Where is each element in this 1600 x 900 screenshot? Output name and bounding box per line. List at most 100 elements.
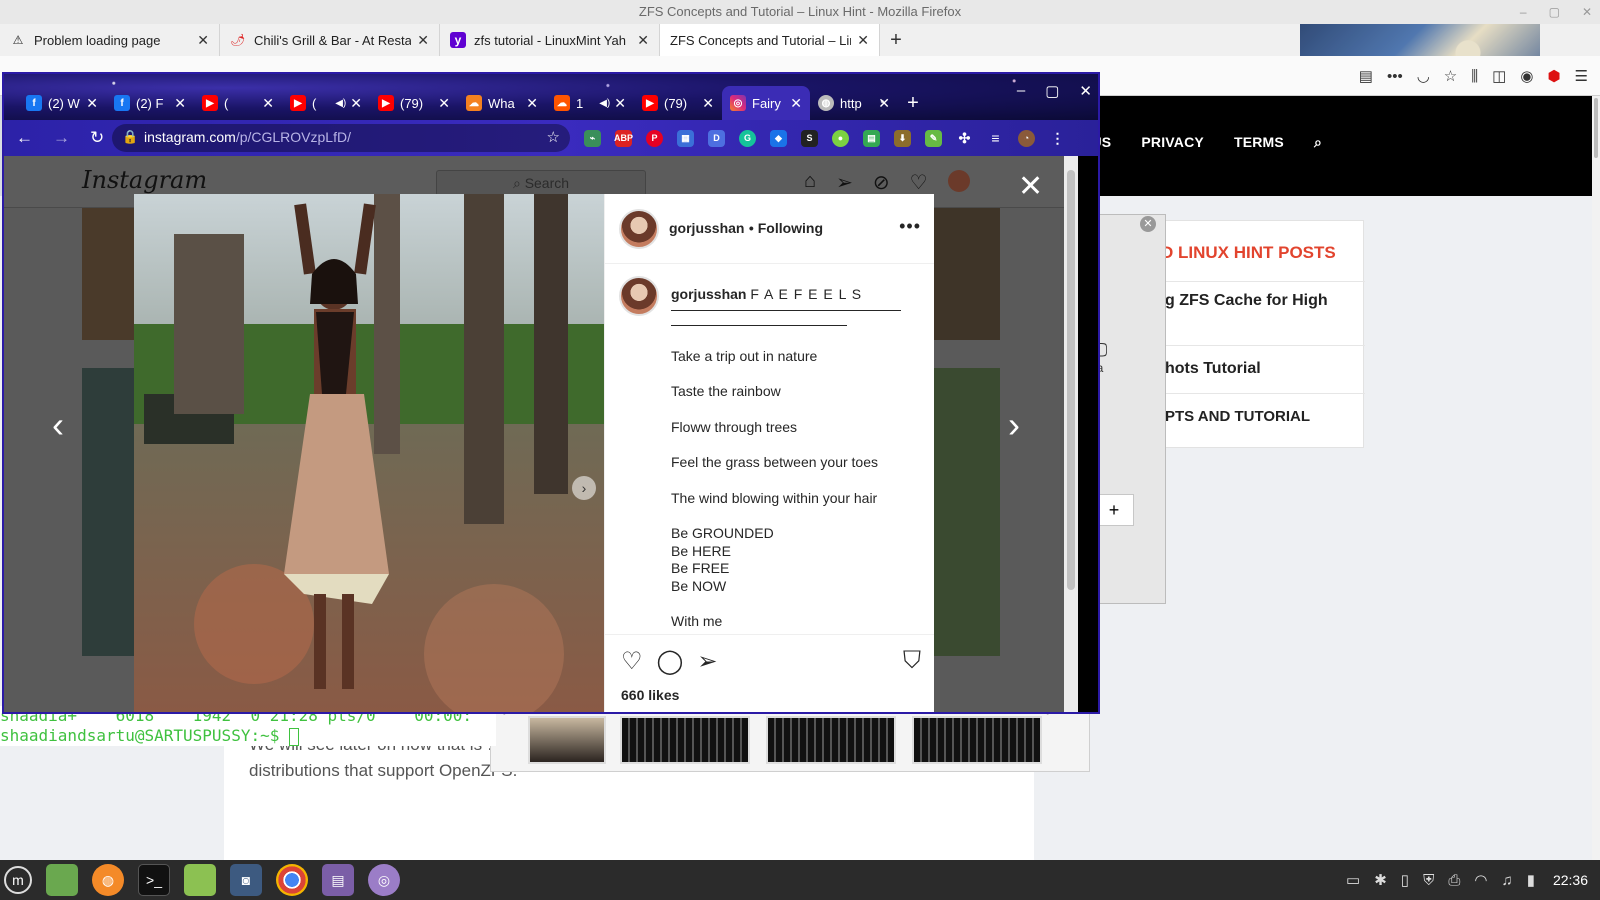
grid-photo-tile[interactable] xyxy=(82,208,134,340)
comment-icon[interactable]: ◯ xyxy=(657,647,684,676)
carousel-next-icon[interactable]: › xyxy=(572,476,596,500)
grid-photo-tile[interactable] xyxy=(934,368,1000,656)
next-post-arrow-icon[interactable]: › xyxy=(1008,404,1020,446)
caption-author-avatar[interactable] xyxy=(619,276,659,316)
grammarly-icon[interactable]: G xyxy=(739,129,756,147)
close-tab-icon[interactable]: ✕ xyxy=(614,95,626,112)
share-icon[interactable]: ➢ xyxy=(697,647,717,676)
sound-icon[interactable]: ♫ xyxy=(1501,872,1512,889)
close-tab-icon[interactable]: ✕ xyxy=(262,95,274,112)
clock[interactable]: 22:36 xyxy=(1553,872,1588,888)
account-icon[interactable]: ◉ xyxy=(1520,67,1533,85)
media-queue-icon[interactable]: ≡ xyxy=(987,130,1004,147)
close-tab-icon[interactable]: ✕ xyxy=(526,95,538,112)
chrome-new-tab-button[interactable]: + xyxy=(898,86,928,120)
video-thumbnail[interactable] xyxy=(528,716,606,764)
extension-icon[interactable]: ✎ xyxy=(925,129,942,147)
reader-view-icon[interactable]: ▤ xyxy=(1359,67,1373,85)
instagram-logo[interactable]: Instagram xyxy=(82,166,207,194)
bookmark-star-icon[interactable]: ☆ xyxy=(1444,67,1457,85)
maximize-icon[interactable]: ▢ xyxy=(1045,82,1059,100)
save-bookmark-icon[interactable]: ⛉ xyxy=(903,647,921,675)
firefox-tab-zfs-concepts[interactable]: ZFS Concepts and Tutorial – Lin ✕ xyxy=(660,24,880,56)
more-options-icon[interactable]: ••• xyxy=(899,216,921,237)
show-desktop-icon[interactable] xyxy=(46,864,78,896)
video-thumbnail[interactable] xyxy=(620,716,750,764)
author-avatar[interactable] xyxy=(619,209,659,249)
adblock-icon[interactable]: ⬢ xyxy=(1547,67,1560,85)
caption-username[interactable]: gorjusshan xyxy=(671,286,746,302)
search-icon[interactable]: ⌕ xyxy=(1314,134,1322,151)
dialog-close-icon[interactable]: ✕ xyxy=(1140,216,1156,232)
firefox-icon[interactable]: ◍ xyxy=(92,864,124,896)
extensions-puzzle-icon[interactable]: ✣ xyxy=(956,130,973,147)
mint-menu-icon[interactable]: m xyxy=(4,866,32,894)
chrome-menu-icon[interactable]: ⋮ xyxy=(1049,130,1066,147)
extension-icon[interactable]: ◆ xyxy=(770,129,787,147)
sheets-icon[interactable]: ▤ xyxy=(863,129,880,147)
chrome-tab-instagram[interactable]: ◎ Fairy ✕ xyxy=(722,86,810,120)
previous-post-arrow-icon[interactable]: ‹ xyxy=(52,404,64,446)
forward-icon[interactable]: → xyxy=(53,128,70,148)
chrome-tab-youtube-1[interactable]: ▶ ( ✕ xyxy=(194,86,282,120)
direct-messages-icon[interactable]: ➢ xyxy=(836,170,853,195)
chrome-tab-youtube-4[interactable]: ▶ (79) ✕ xyxy=(634,86,722,120)
bookmark-star-icon[interactable]: ☆ xyxy=(547,128,560,146)
minimize-icon[interactable]: – xyxy=(1520,0,1527,24)
reload-icon[interactable]: ↻ xyxy=(90,128,104,148)
likes-count[interactable]: 660 likes xyxy=(621,687,679,703)
video-camera-icon[interactable]: ▭ xyxy=(1346,871,1360,889)
chrome-tab-facebook-1[interactable]: f (2) W ✕ xyxy=(18,86,106,120)
new-tab-button[interactable]: + xyxy=(880,24,912,56)
chrome-icon[interactable] xyxy=(276,864,308,896)
extension-s-icon[interactable]: S xyxy=(801,129,818,147)
close-tab-icon[interactable]: ✕ xyxy=(702,95,714,112)
shield-icon[interactable]: ⛨ xyxy=(1423,872,1434,889)
firefox-tab-chilis[interactable]: 🌶 Chili's Grill & Bar - At Resta ✕ xyxy=(220,24,440,56)
grid-photo-tile[interactable] xyxy=(934,208,1000,340)
printer-icon[interactable]: ⎙ xyxy=(1448,872,1460,889)
chrome-tab-youtube-3[interactable]: ▶ (79) ✕ xyxy=(370,86,458,120)
download-icon[interactable]: ⬇ xyxy=(894,129,911,147)
chrome-tab-soundcloud[interactable]: ☁ 1 ◀) ✕ xyxy=(546,86,634,120)
extension-icon[interactable]: ⌁ xyxy=(584,129,601,147)
address-url[interactable]: instagram.com/p/CGLROVzpLfD/ xyxy=(144,129,351,145)
close-tab-icon[interactable]: ✕ xyxy=(857,32,869,49)
profile-avatar[interactable] xyxy=(947,170,970,192)
video-thumbnail[interactable] xyxy=(766,716,896,764)
camera-icon[interactable]: ◎ xyxy=(368,864,400,896)
files-icon[interactable] xyxy=(184,864,216,896)
explore-icon[interactable]: ⊘ xyxy=(873,170,890,195)
close-tab-icon[interactable]: ✕ xyxy=(637,32,649,49)
search-input[interactable]: ⌕ Search xyxy=(436,170,646,196)
minimize-icon[interactable]: – xyxy=(1017,82,1025,100)
close-tab-icon[interactable]: ✕ xyxy=(197,32,209,49)
close-tab-icon[interactable]: ✕ xyxy=(417,32,429,49)
adblock-icon[interactable]: ABP xyxy=(614,129,633,147)
close-icon[interactable]: ✕ xyxy=(1582,0,1592,24)
chrome-tab-youtube-2[interactable]: ▶ ( ◀) ✕ xyxy=(282,86,370,120)
author-username[interactable]: gorjusshan xyxy=(669,220,744,236)
extension-icon[interactable]: ● xyxy=(832,129,849,147)
menu-item-privacy[interactable]: PRIVACY xyxy=(1141,134,1204,151)
activity-heart-icon[interactable]: ♡ xyxy=(910,170,928,195)
modal-close-icon[interactable]: ✕ xyxy=(1018,169,1043,204)
maximize-icon[interactable]: ▢ xyxy=(1549,0,1560,24)
menu-item-terms[interactable]: TERMS xyxy=(1234,134,1284,151)
home-icon[interactable]: ⌂ xyxy=(804,170,816,195)
close-tab-icon[interactable]: ✕ xyxy=(878,95,890,112)
firefox-tab-yahoo[interactable]: y zfs tutorial - LinuxMint Yah ✕ xyxy=(440,24,660,56)
bluetooth-icon[interactable]: ✱ xyxy=(1374,871,1387,889)
extension-icon[interactable]: ▦ xyxy=(677,129,694,147)
page-actions-icon[interactable]: ••• xyxy=(1387,68,1403,85)
instagram-scrollbar[interactable] xyxy=(1064,156,1078,712)
chrome-tab-cloud[interactable]: ☁ Wha ✕ xyxy=(458,86,546,120)
video-thumbnail[interactable] xyxy=(912,716,1042,764)
close-icon[interactable]: ✕ xyxy=(1079,82,1092,100)
wifi-icon[interactable]: ◠ xyxy=(1474,871,1487,889)
dialog-add-button[interactable]: + xyxy=(1094,494,1134,526)
close-tab-icon[interactable]: ✕ xyxy=(350,95,362,112)
like-heart-icon[interactable]: ♡ xyxy=(621,647,643,676)
sidebar-icon[interactable]: ◫ xyxy=(1492,67,1506,85)
close-tab-icon[interactable]: ✕ xyxy=(86,95,98,112)
